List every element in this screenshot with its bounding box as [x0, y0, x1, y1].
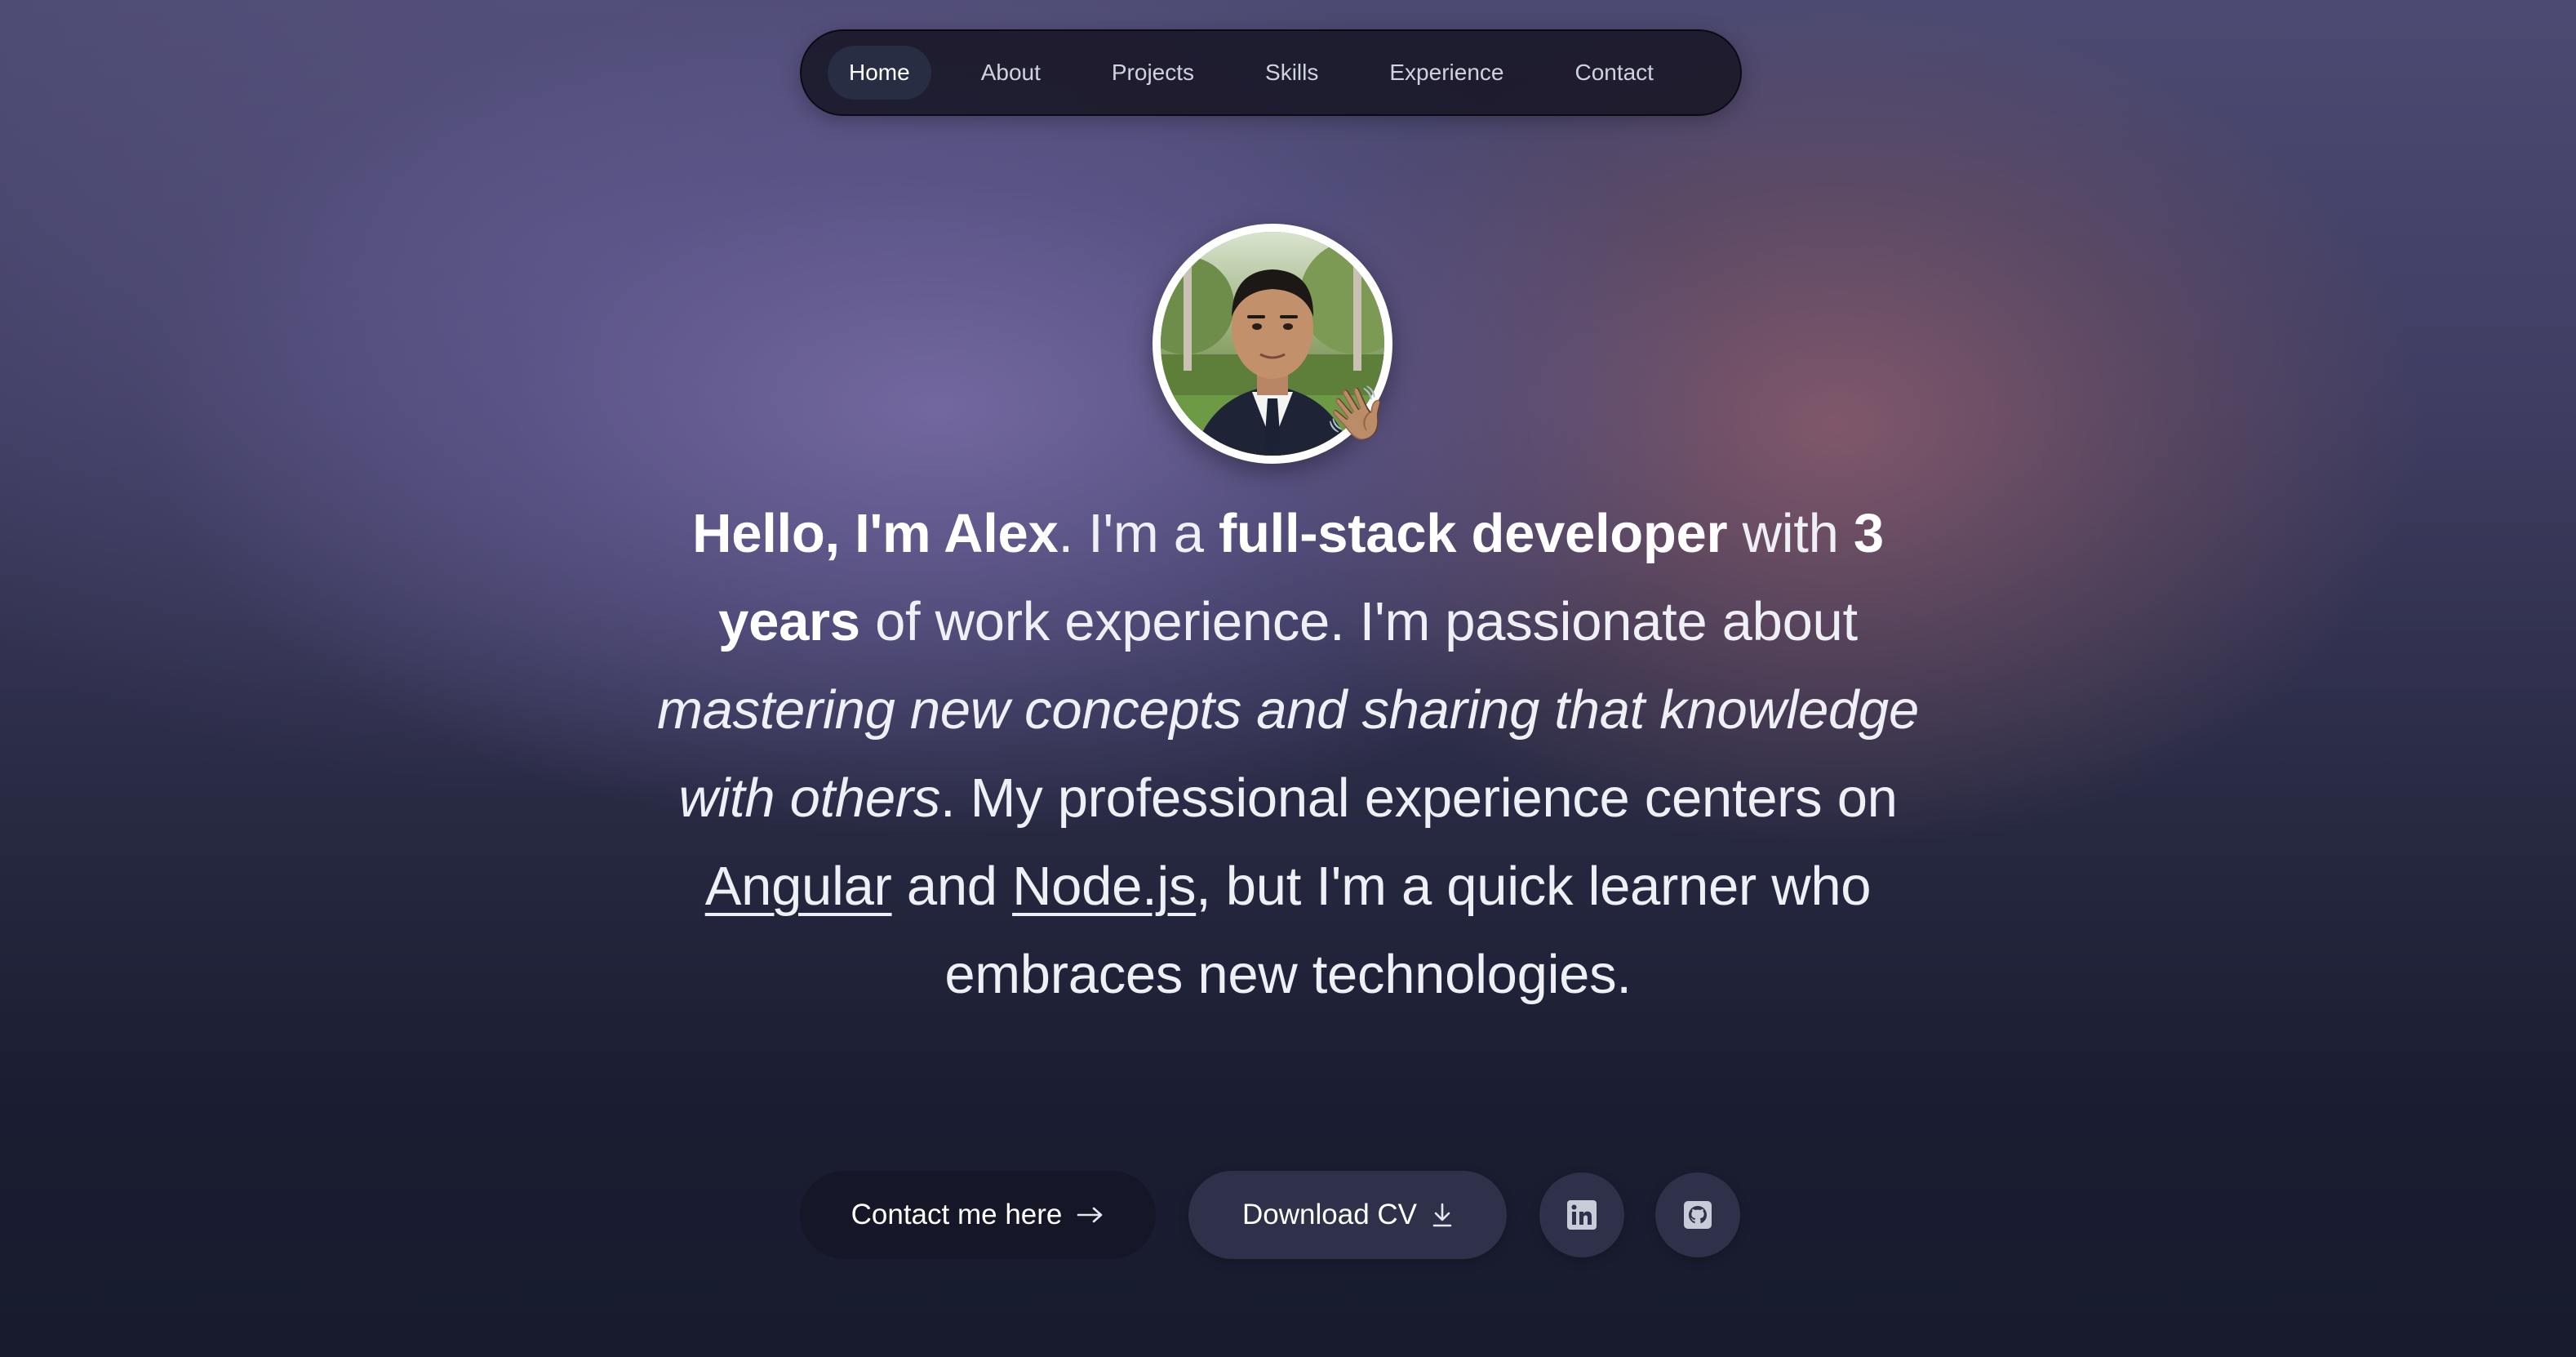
intro-paragraph: Hello, I'm Alex. I'm a full-stack develo… [620, 490, 1956, 1019]
intro-text: of work experience. I'm passionate about [859, 591, 1858, 652]
nav-item-skills[interactable]: Skills [1244, 46, 1339, 100]
download-cv-button[interactable]: Download CV [1188, 1171, 1507, 1259]
arrow-right-icon [1077, 1206, 1104, 1224]
nav-item-experience[interactable]: Experience [1368, 46, 1525, 100]
contact-me-button[interactable]: Contact me here [800, 1171, 1156, 1259]
nav-item-about[interactable]: About [960, 46, 1062, 100]
linkedin-button[interactable] [1539, 1172, 1624, 1257]
nav-item-projects[interactable]: Projects [1090, 46, 1215, 100]
github-icon [1684, 1201, 1712, 1229]
contact-me-label: Contact me here [851, 1199, 1063, 1230]
download-icon [1432, 1202, 1453, 1228]
intro-tech-nodejs: Node.js [1012, 856, 1197, 917]
top-navigation: Home About Projects Skills Experience Co… [800, 29, 1742, 116]
github-button[interactable] [1655, 1172, 1740, 1257]
waving-hand-icon: 👋🏽 [1324, 384, 1389, 443]
download-cv-label: Download CV [1242, 1199, 1417, 1230]
intro-text: . My professional experience centers on [940, 767, 1898, 829]
intro-text: with [1727, 503, 1854, 564]
linkedin-icon [1567, 1200, 1597, 1230]
nav-item-contact[interactable]: Contact [1553, 46, 1675, 100]
hero-actions: Contact me here Download CV [800, 1171, 1771, 1259]
intro-tech-angular: Angular [704, 856, 892, 917]
intro-text: . I'm a [1058, 503, 1219, 564]
intro-text: and [891, 856, 1013, 917]
intro-greeting: Hello, I'm Alex [692, 503, 1059, 564]
nav-item-home[interactable]: Home [828, 46, 931, 100]
intro-role: full-stack developer [1219, 503, 1728, 564]
avatar-container: 👋🏽 [1153, 224, 1392, 464]
